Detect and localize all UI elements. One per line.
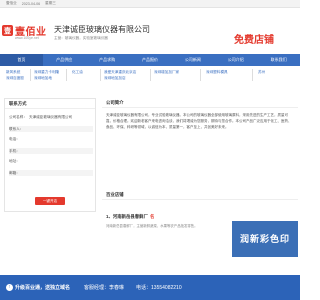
stores-section: 百业店铺 1、河南新岳县春鲜厂名 河南新岳县春鲜厂，主营新鲜蔬菜、水果等农产品批… — [102, 190, 298, 270]
free-shop-badge[interactable]: 免费店铺 — [234, 31, 274, 46]
intro-title: 公司简介 — [102, 98, 298, 108]
store-item-title[interactable]: 1、河南新岳县春鲜厂名 — [106, 214, 154, 220]
contact-row: 联系人： — [9, 126, 93, 132]
quick-link[interactable]: 我爱天津重庆北京店 — [104, 70, 136, 75]
divider — [30, 69, 31, 81]
bottom-bar: ↑ 升级百业通，送独立域名 客服经理：李春琳 电话：13554082210 — [0, 275, 300, 300]
contact-label: 手机： — [9, 149, 20, 153]
quick-link[interactable]: 苏州 — [258, 70, 265, 75]
site-header: 壹 壹佰业 www.100ye.net 天津诚臣玻璃仪器有限公司 主营：玻璃仪器… — [0, 8, 300, 54]
store-banner-image[interactable]: 润新彩色印 — [232, 221, 298, 257]
contact-row: 邮箱： — [9, 170, 93, 176]
topbar-date: 2023-04-06 — [21, 1, 41, 6]
logo-icon[interactable]: 壹 — [2, 25, 13, 36]
logo-url: www.100ye.net — [15, 36, 39, 40]
nav-company-intro[interactable]: 公司介绍 — [214, 57, 257, 63]
quick-link[interactable]: 深圳地加地 — [34, 76, 52, 81]
store-item-name[interactable]: 1、河南新岳县春鲜厂 — [106, 214, 148, 219]
divider — [66, 69, 67, 81]
topbar-weekday: 星期三 — [45, 1, 56, 5]
open-shop-button[interactable]: 一键开店 — [35, 197, 65, 205]
quick-link[interactable]: 化工油 — [72, 70, 83, 75]
quick-link[interactable]: 深圳增加加厂家 — [154, 70, 179, 75]
main-nav: 首页 产品供应 产品求购 产品报价 公司新闻 公司介绍 联系我们 — [0, 54, 300, 66]
topbar-site[interactable]: 壹佰业 — [6, 1, 17, 6]
divider — [150, 69, 151, 81]
company-subtitle: 主营：玻璃仪器，实验室玻璃仪器 — [54, 36, 108, 40]
divider — [200, 69, 201, 81]
quick-link[interactable]: 新风系统 — [6, 70, 20, 75]
quick-links: 新风系统 深圳百度股 深圳重力卡利隆 深圳地加地 化工油 我爱天津重庆北京店 深… — [0, 69, 300, 83]
contact-row: 手机： — [9, 148, 93, 154]
company-name: 天津诚臣玻璃仪器有限公司 — [54, 25, 150, 34]
top-bar: 壹佰业 2023-04-06 星期三 — [0, 0, 300, 8]
manager-text: 客服经理：李春琳 — [84, 285, 125, 291]
stores-title: 百业店铺 — [102, 190, 298, 200]
quick-link[interactable]: 深圳地加加店 — [104, 76, 126, 81]
store-badge: 名 — [149, 214, 155, 219]
nav-home[interactable]: 首页 — [0, 54, 43, 66]
contact-label-company: 公司名称： — [9, 115, 27, 119]
nav-company-news[interactable]: 公司新闻 — [171, 57, 214, 63]
store-item-desc: 河南新岳县春鲜厂，主营新鲜蔬菜、水果等农产品批发零售。 — [106, 224, 198, 228]
contact-label: 邮箱： — [9, 171, 20, 175]
nav-contact[interactable]: 联系我们 — [257, 57, 300, 63]
contact-label: 电话： — [9, 137, 20, 141]
contact-title: 联系方式 — [5, 99, 95, 109]
contact-label: 地址： — [9, 159, 20, 163]
nav-products-buy[interactable]: 产品求购 — [86, 57, 129, 63]
quick-link[interactable]: 深圳塑料模具 — [206, 70, 228, 75]
nav-products-supply[interactable]: 产品供应 — [43, 57, 86, 63]
nav-products-price[interactable]: 产品报价 — [129, 57, 172, 63]
upgrade-text[interactable]: 升级百业通，送独立域名 — [15, 284, 70, 291]
divider — [100, 69, 101, 81]
quick-link[interactable]: 深圳重力卡利隆 — [34, 70, 59, 75]
arrow-up-icon: ↑ — [6, 284, 13, 291]
contact-box: 联系方式 公司名称： 天津诚臣玻璃仪器有限公司 联系人： 电话： 手机： 地址：… — [4, 98, 96, 212]
phone-text: 电话：13554082210 — [136, 285, 182, 291]
quick-link[interactable]: 深圳百度股 — [6, 76, 24, 81]
divider — [252, 69, 253, 81]
contact-label: 联系人： — [9, 127, 24, 131]
company-intro: 公司简介 天津诚臣玻璃仪器有限公司，专业试验玻璃仪器。本公司的玻璃仪器全部使用玻… — [102, 98, 298, 190]
intro-text: 天津诚臣玻璃仪器有限公司，专业试验玻璃仪器。本公司的玻璃仪器全部使用玻璃原料，采… — [106, 113, 292, 129]
contact-value-company: 天津诚臣玻璃仪器有限公司 — [29, 115, 73, 119]
